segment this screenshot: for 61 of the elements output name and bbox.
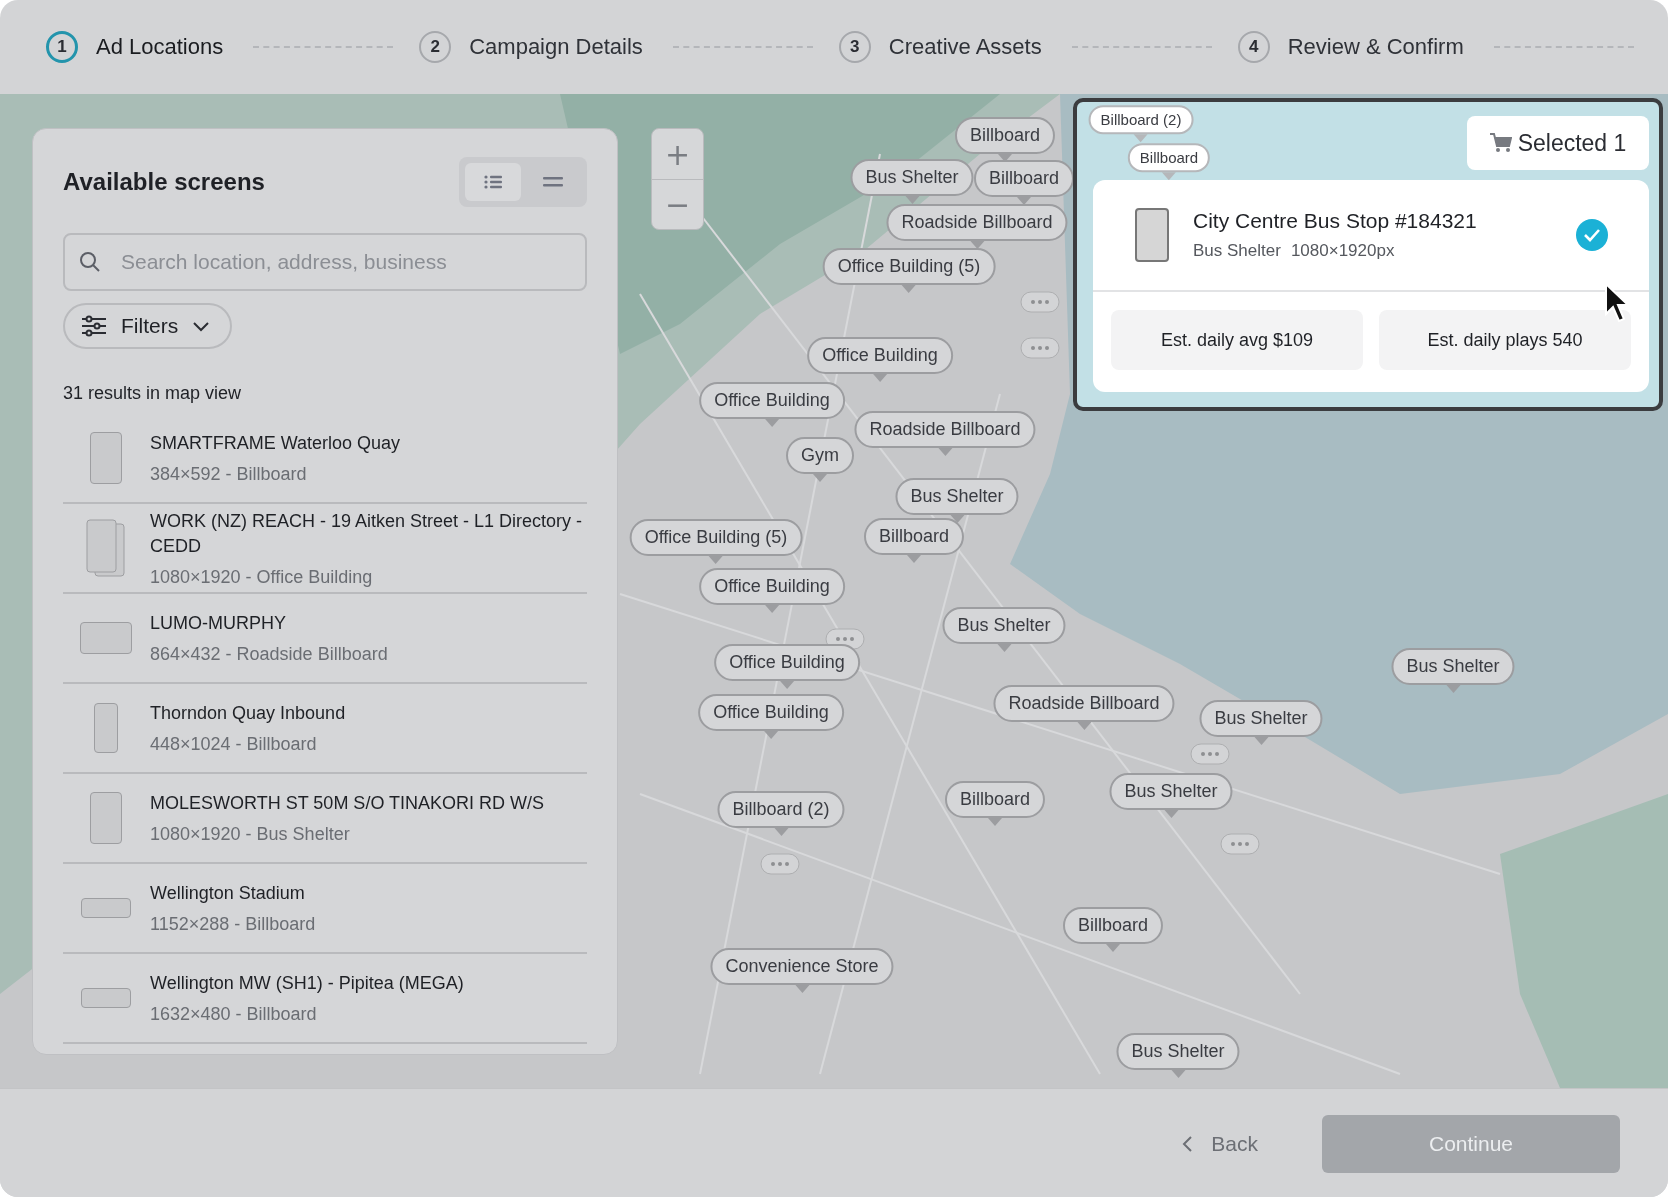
screen-thumbnail-icon (93, 703, 118, 753)
selected-cart-button[interactable]: Selected 1 (1467, 116, 1649, 170)
step-number: 2 (419, 31, 452, 63)
cluster-pin-icon[interactable] (1220, 833, 1260, 855)
cluster-pin-icon[interactable] (1190, 743, 1230, 765)
step-label[interactable]: Campaign Details (469, 34, 643, 60)
results-count: 31 results in map view (63, 383, 243, 404)
screen-thumbnail-icon (80, 988, 131, 1008)
screen-thumbnail-icon (80, 898, 131, 918)
stat-chip: Est. daily plays 540 (1379, 310, 1631, 370)
cluster-pin-icon[interactable] (1020, 291, 1060, 313)
menu-lines-icon (543, 176, 563, 188)
screen-details: 1080×1920 - Office Building (150, 566, 374, 588)
screen-list-item[interactable]: Wellington Stadium 1152×288 - Billboard (63, 864, 587, 954)
chevron-down-icon (192, 320, 211, 332)
stat-chip: Est. daily avg $109 (1111, 310, 1363, 370)
screen-name: LUMO-MURPHY (150, 612, 287, 635)
checked-circle-icon[interactable] (1575, 218, 1609, 252)
screen-details: 1080×1920 - Bus Shelter (150, 824, 351, 845)
screen-name: City Centre Bus Stop #184321 (1193, 209, 1478, 233)
screen-thumbnail-icon (1135, 208, 1169, 262)
screen-list-item[interactable]: SMARTFRAME Waterloo Quay 384×592 - Billboard (63, 414, 587, 504)
search-field[interactable]: Search location, address, business (63, 233, 587, 291)
screen-name: WORK (NZ) REACH - 19 Aitken Street - L1 Directory - CEDD (150, 509, 584, 558)
panel-title: Available screens (63, 168, 265, 196)
screen-details: 1632×480 - Billboard (150, 1004, 318, 1025)
list-view-button[interactable] (465, 163, 521, 201)
screen-name: Wellington Stadium (150, 882, 306, 905)
step-number: 3 (838, 31, 871, 63)
screen-details: 864×432 - Roadside Billboard (150, 644, 388, 665)
sliders-icon (81, 315, 107, 337)
step-label[interactable]: Ad Locations (96, 34, 224, 60)
screen-list-item[interactable]: WORK (NZ) REACH - 19 Aitken Street - L1 Directory - CEDD 1080×1920 - Office Building (63, 504, 587, 594)
screen-details: 448×1024 - Billboard (150, 734, 318, 755)
screen-type: Bus Shelter (1193, 241, 1281, 261)
screen-list-item[interactable]: Wellington MW (SH1) - Pipitea (MEGA) 1632×480 - Billboard (63, 954, 587, 1044)
screen-name: Wellington MW (SH1) - Pipitea (MEGA) (150, 972, 464, 995)
stacked-screens-icon (85, 519, 126, 577)
chevron-left-icon (1181, 1134, 1194, 1153)
cluster-pin-icon[interactable] (760, 853, 800, 875)
screen-details: 384×592 - Billboard (150, 464, 308, 485)
step-label[interactable]: Review & Confirm (1287, 34, 1464, 60)
screen-list-item[interactable]: LUMO-MURPHY 864×432 - Roadside Billboard (63, 594, 587, 684)
screen-details: 1152×288 - Billboard (150, 914, 316, 935)
screen-thumbnail-icon (79, 622, 132, 654)
screen-list-item[interactable]: Thorndon Quay Inbound 448×1024 - Billboard (63, 684, 587, 774)
list-icon (484, 174, 502, 190)
screen-thumbnail-icon (89, 432, 122, 484)
screen-name: Thorndon Quay Inbound (150, 702, 346, 725)
screen-name: MOLESWORTH ST 50M S/O TINAKORI RD W/S (150, 792, 545, 815)
cart-icon (1489, 133, 1512, 153)
filters-button[interactable]: Filters (63, 303, 233, 349)
screen-resolution: 1080×1920px (1290, 241, 1395, 261)
step-number: 1 (46, 31, 78, 63)
step-number: 4 (1237, 31, 1270, 63)
step-label[interactable]: Creative Assets (888, 34, 1042, 60)
cluster-pin-icon[interactable] (1020, 337, 1060, 359)
screen-name: SMARTFRAME Waterloo Quay (150, 432, 401, 455)
screen-list-item[interactable]: MOLESWORTH ST 50M S/O TINAKORI RD W/S 1080×1920 - Bus Shelter (63, 774, 587, 864)
search-icon (79, 251, 101, 273)
screen-thumbnail-icon (89, 792, 122, 844)
